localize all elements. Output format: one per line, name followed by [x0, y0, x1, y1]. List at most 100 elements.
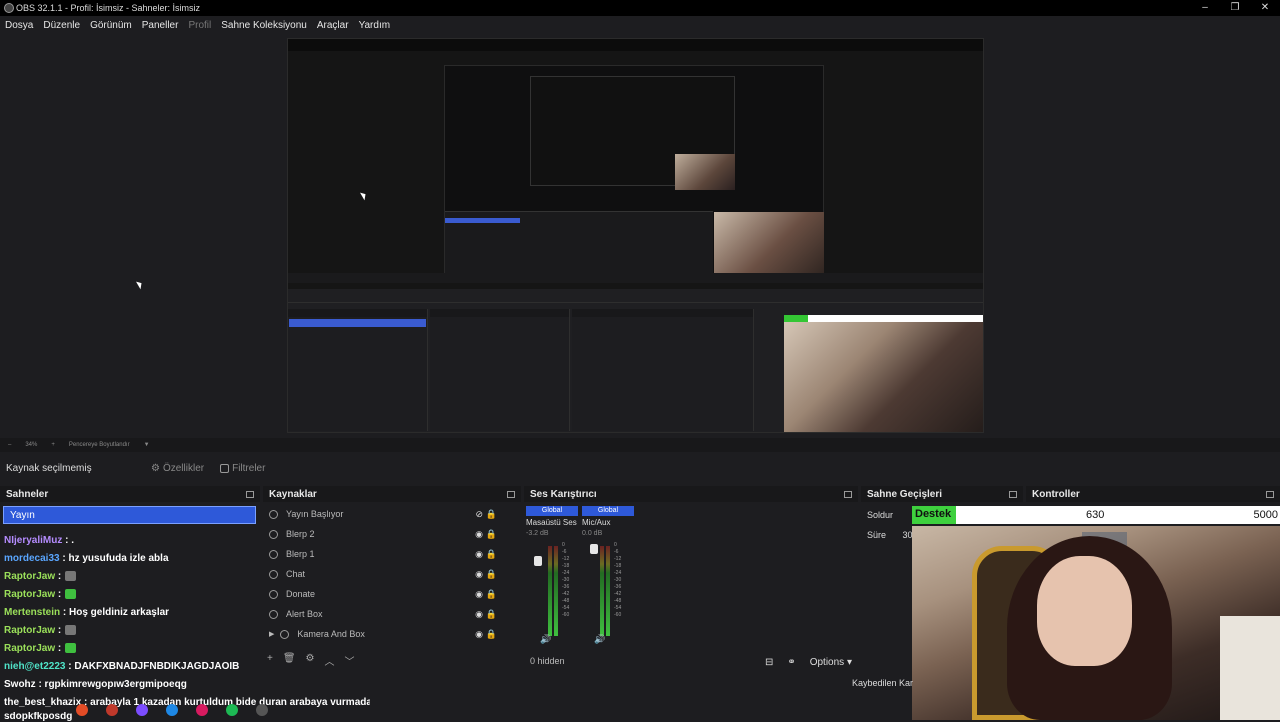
chat-username: mordecai33 — [4, 553, 60, 564]
duration-label: Süre — [867, 530, 887, 540]
lock-icon[interactable]: 🔒 — [486, 629, 497, 640]
scene-item-yayin[interactable]: Yayın — [3, 506, 256, 524]
channel-db: 0.0 dB — [582, 530, 603, 537]
nested-scenes-head — [288, 309, 427, 317]
zoom-fit-select[interactable]: Pencereye Boyutlandır — [69, 442, 130, 448]
speaker-icon[interactable]: 🔊 — [594, 634, 605, 645]
meter-tick-label: -48 — [614, 598, 622, 604]
volume-slider[interactable] — [590, 544, 598, 554]
options-button[interactable]: Options ▾ — [810, 657, 852, 668]
spotify-icon[interactable] — [226, 704, 238, 716]
shelf — [1220, 616, 1280, 720]
menu-scene-collection[interactable]: Sahne Koleksiyonu — [221, 20, 307, 31]
zoom-out-button[interactable]: – — [8, 442, 11, 448]
close-button[interactable]: ✕ — [1250, 0, 1280, 16]
chat-message: mordecai33 : hz yusufuda izle abla — [0, 550, 370, 568]
speaker-icon[interactable]: 🔊 — [540, 634, 551, 645]
eye-icon[interactable]: ◉ — [475, 589, 483, 600]
chat-text: : Hoş geldiniz arkaşlar — [62, 607, 170, 618]
nested-sources-panel — [430, 309, 570, 431]
chat-message: nieh@et2223 : DAKFXBNADJFNBDIKJAGDJAOIB — [0, 658, 370, 676]
zoom-percent: 34% — [25, 442, 38, 448]
controls-title: Kontroller — [1032, 488, 1080, 500]
nested-webcam — [714, 212, 824, 276]
source-item[interactable]: Yayın Başlıyor ⊘ 🔒 — [263, 504, 503, 524]
nested-preview — [444, 65, 824, 276]
nested-mixer-panel — [572, 309, 754, 431]
meter-tick-label: -60 — [614, 612, 622, 618]
preview-area[interactable] — [0, 34, 1280, 438]
chat-message: Swohz : rgpkimrewgopıw3ergmipoeqg — [0, 676, 370, 694]
channel-name[interactable]: Masaüstü Ses — [526, 518, 578, 527]
lock-icon[interactable]: 🔒 — [486, 529, 497, 540]
float-dock-icon[interactable] — [1266, 490, 1274, 498]
chat-message: Mertenstein : Hoş geldiniz arkaşlar — [0, 604, 370, 622]
sources-title: Kaynaklar — [269, 488, 317, 500]
menu-profile[interactable]: Profil — [188, 20, 211, 31]
meter-tick-label: 0 — [614, 542, 617, 548]
eye-icon[interactable]: ◉ — [475, 529, 483, 540]
zoom-in-button[interactable]: + — [51, 442, 55, 448]
volume-slider[interactable] — [534, 556, 542, 566]
float-dock-icon[interactable] — [507, 490, 515, 498]
float-dock-icon[interactable] — [246, 490, 254, 498]
menu-tools[interactable]: Araçlar — [317, 20, 349, 31]
preview-canvas[interactable] — [287, 38, 984, 433]
eye-icon[interactable]: ◉ — [475, 629, 483, 640]
chat-text: : — [57, 643, 62, 654]
chat-message: RaptorJaw : — [0, 586, 370, 604]
menu-docks[interactable]: Paneller — [142, 20, 179, 31]
obs-icon[interactable] — [256, 704, 268, 716]
chat-username: RaptorJaw — [4, 643, 56, 654]
meter-tick-label: -12 — [562, 556, 570, 562]
chat-message: RaptorJaw : — [0, 640, 370, 658]
float-dock-icon[interactable] — [844, 490, 852, 498]
steam-icon[interactable] — [166, 704, 178, 716]
donation-current: 630 — [1086, 509, 1105, 521]
maximize-button[interactable]: ❐ — [1220, 0, 1250, 16]
app-icon[interactable] — [196, 704, 208, 716]
filter-icon — [220, 463, 230, 473]
float-dock-icon[interactable] — [1009, 490, 1017, 498]
properties-button[interactable]: ⚙ Özellikler — [151, 463, 204, 474]
sources-header: Kaynaklar — [263, 486, 521, 502]
lock-icon[interactable]: 🔒 — [486, 569, 497, 580]
eye-icon[interactable]: ◉ — [475, 549, 483, 560]
meter-tick-label: -12 — [614, 556, 622, 562]
chat-text: : DAKFXBNADJFNBDIKJAGDJAOIB — [68, 661, 240, 672]
nested-docks — [445, 211, 713, 275]
chrome-icon[interactable] — [76, 704, 88, 716]
menu-file[interactable]: Dosya — [5, 20, 33, 31]
chat-text: : . — [65, 535, 75, 546]
menu-help[interactable]: Yardım — [359, 20, 391, 31]
chat-text: : rgpkimrewgopıw3ergmipoeqg — [38, 679, 187, 690]
obs-logo-icon — [4, 3, 14, 13]
eye-icon[interactable]: ◉ — [475, 609, 483, 620]
nested-chat-line — [288, 329, 427, 338]
lock-icon[interactable]: 🔒 — [486, 609, 497, 620]
menu-edit[interactable]: Düzenle — [43, 20, 80, 31]
channel-name[interactable]: Mic/Aux — [582, 518, 634, 527]
eye-icon[interactable]: ◉ — [475, 569, 483, 580]
mixer-link-icon[interactable]: ⚭ — [787, 657, 795, 668]
hidden-count[interactable]: 0 hidden — [530, 656, 565, 666]
lock-icon[interactable]: 🔒 — [486, 589, 497, 600]
minimize-button[interactable]: – — [1190, 0, 1220, 16]
app-icon[interactable] — [136, 704, 148, 716]
chevron-down-icon[interactable]: ▼ — [144, 442, 150, 448]
nested-scene-highlight — [445, 218, 520, 223]
meter-tick-label: -18 — [614, 563, 622, 569]
lock-icon[interactable]: 🔒 — [486, 549, 497, 560]
menu-view[interactable]: Görünüm — [90, 20, 132, 31]
lock-icon[interactable]: 🔒 — [486, 509, 497, 520]
donation-label: Destek — [912, 506, 956, 524]
meter-ticks: 0 -6 -12 -18 -24 -30 -36 -42 -48 -54 -60 — [614, 542, 621, 619]
volume-meter — [606, 546, 610, 636]
mouse-cursor-icon — [136, 279, 144, 290]
mixer-layout-icon[interactable]: ⊟ — [765, 657, 773, 668]
chat-username: RaptorJaw — [4, 589, 56, 600]
meter-tick-label: -24 — [562, 570, 570, 576]
filters-button[interactable]: Filtreler — [220, 463, 265, 474]
app-icon[interactable] — [106, 704, 118, 716]
eye-hidden-icon[interactable]: ⊘ — [475, 509, 483, 520]
